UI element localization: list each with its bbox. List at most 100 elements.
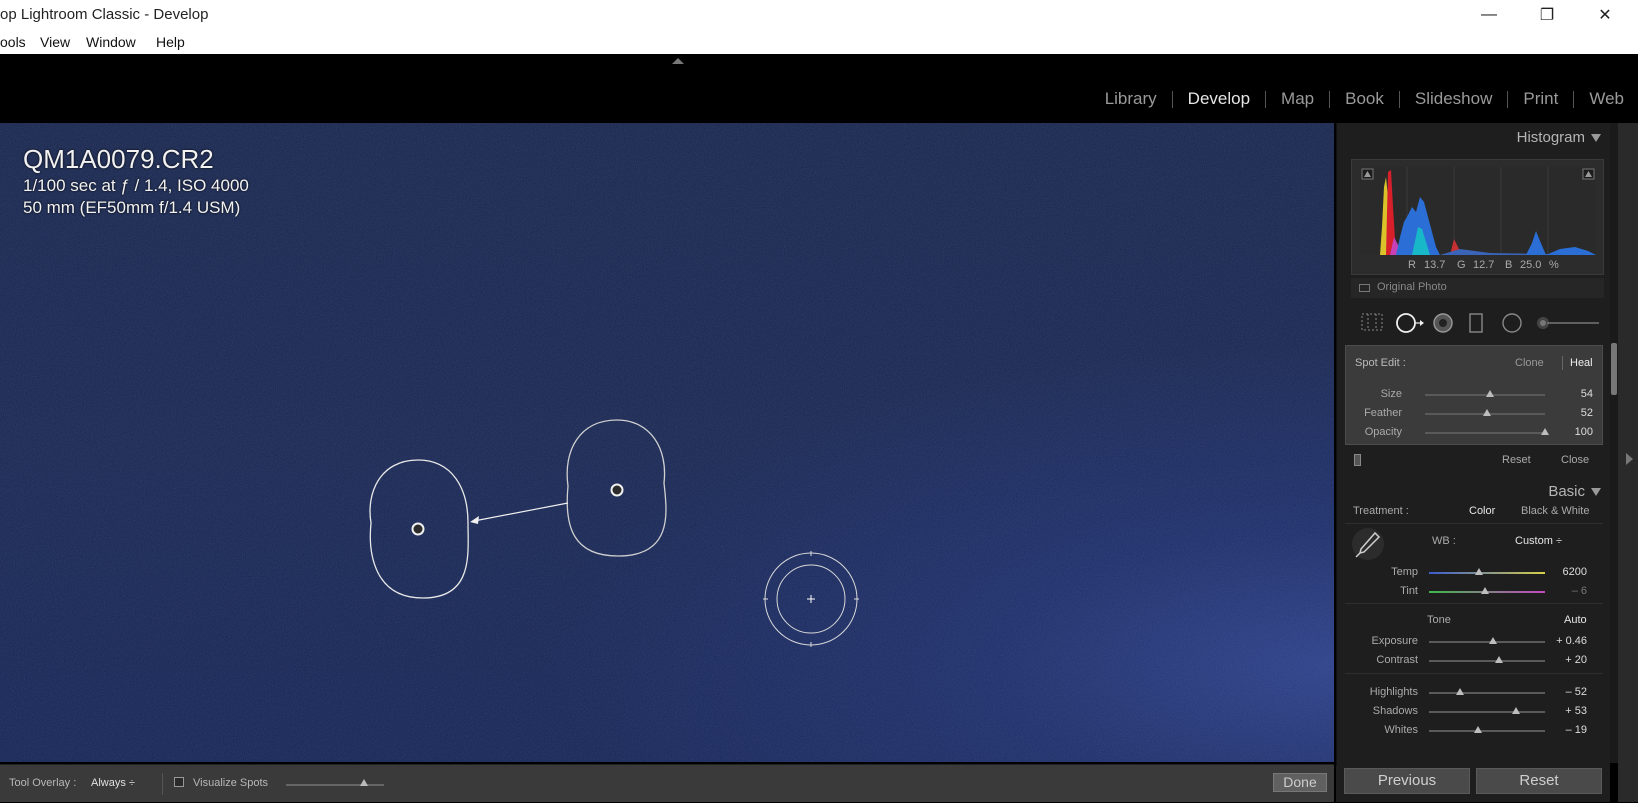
slider-track[interactable] bbox=[1429, 711, 1545, 713]
show-top-panel-icon[interactable] bbox=[672, 58, 684, 64]
slider-track[interactable] bbox=[1429, 572, 1545, 574]
heal-spot-pin[interactable] bbox=[411, 522, 425, 536]
radial-filter-icon[interactable] bbox=[1500, 312, 1524, 334]
slider-thumb[interactable] bbox=[1474, 568, 1483, 575]
reset-all-button[interactable]: Reset bbox=[1476, 768, 1602, 794]
collapse-triangle-icon[interactable] bbox=[1591, 488, 1601, 496]
slider-track[interactable] bbox=[1429, 660, 1545, 662]
module-book[interactable]: Book bbox=[1345, 89, 1384, 109]
menu-window[interactable]: Window bbox=[86, 34, 136, 50]
red-eye-tool-icon[interactable] bbox=[1432, 312, 1454, 334]
basic-header[interactable]: Basic bbox=[1337, 477, 1611, 505]
slider-thumb[interactable] bbox=[1541, 428, 1549, 435]
module-separator bbox=[1507, 90, 1509, 108]
tint-slider[interactable]: Tint – 6 bbox=[1337, 583, 1611, 601]
slider-track[interactable] bbox=[1429, 641, 1545, 643]
visualize-spots-slider-thumb[interactable] bbox=[360, 779, 369, 786]
slider-value[interactable]: 6200 bbox=[1563, 566, 1587, 578]
photo-canvas[interactable]: QM1A0079.CR2 1/100 sec at ƒ / 1.4, ISO 4… bbox=[0, 123, 1334, 762]
slider-track[interactable] bbox=[1429, 692, 1545, 694]
slider-track[interactable] bbox=[1425, 432, 1545, 434]
spot-mode-clone[interactable]: Clone bbox=[1515, 357, 1544, 369]
slider-label: Highlights bbox=[1369, 686, 1418, 698]
slider-value[interactable]: 52 bbox=[1581, 407, 1593, 419]
adjustment-brush-icon[interactable] bbox=[1535, 312, 1601, 334]
histogram-b-value: 25.0 bbox=[1520, 259, 1542, 271]
spot-size-slider[interactable]: Size 54 bbox=[1346, 386, 1602, 404]
slider-value[interactable]: 100 bbox=[1575, 426, 1593, 438]
module-develop[interactable]: Develop bbox=[1188, 89, 1250, 109]
visualize-spots-slider-track[interactable] bbox=[286, 784, 384, 786]
spot-mode-heal[interactable]: Heal bbox=[1570, 357, 1593, 369]
collapse-triangle-icon[interactable] bbox=[1591, 134, 1601, 142]
right-panel-scrollbar[interactable] bbox=[1610, 123, 1618, 763]
spot-panel-switch-icon[interactable] bbox=[1354, 454, 1361, 466]
restore-button[interactable]: ❐ bbox=[1524, 0, 1570, 30]
auto-tone-button[interactable]: Auto bbox=[1564, 614, 1587, 626]
module-print[interactable]: Print bbox=[1523, 89, 1558, 109]
histogram-g-value: 12.7 bbox=[1473, 259, 1495, 271]
white-balance-eyedropper-icon[interactable] bbox=[1351, 527, 1385, 561]
slider-thumb[interactable] bbox=[1480, 587, 1489, 594]
module-library[interactable]: Library bbox=[1105, 89, 1157, 109]
treatment-black-white[interactable]: Black & White bbox=[1521, 505, 1589, 517]
slider-thumb[interactable] bbox=[1483, 409, 1492, 416]
source-spot-pin[interactable] bbox=[610, 483, 624, 497]
module-slideshow[interactable]: Slideshow bbox=[1415, 89, 1493, 109]
slider-thumb[interactable] bbox=[1485, 390, 1494, 397]
slider-value[interactable]: + 20 bbox=[1565, 654, 1587, 666]
previous-button[interactable]: Previous bbox=[1344, 768, 1470, 794]
spot-reset-button[interactable]: Reset bbox=[1502, 454, 1531, 466]
tool-overlay-select[interactable]: Always ÷ bbox=[91, 777, 135, 789]
panel-toggle-arrow-icon[interactable] bbox=[1626, 453, 1633, 465]
close-button[interactable]: ✕ bbox=[1582, 0, 1628, 30]
develop-tool-strip bbox=[1351, 307, 1604, 337]
slider-track[interactable] bbox=[1429, 730, 1545, 732]
done-button[interactable]: Done bbox=[1273, 773, 1327, 792]
crop-tool-icon[interactable] bbox=[1360, 312, 1384, 332]
tone-label: Tone bbox=[1427, 614, 1451, 626]
slider-value[interactable]: – 19 bbox=[1566, 724, 1587, 736]
spot-feather-slider[interactable]: Feather 52 bbox=[1346, 405, 1602, 423]
graduated-filter-icon[interactable] bbox=[1467, 312, 1485, 334]
slider-value[interactable]: – 6 bbox=[1572, 585, 1587, 597]
menu-help[interactable]: Help bbox=[156, 34, 185, 50]
visualize-spots-label: Visualize Spots bbox=[193, 777, 269, 789]
spot-edit-title: Spot Edit : bbox=[1355, 357, 1406, 369]
photo-lens-info: 50 mm (EF50mm f/1.4 USM) bbox=[23, 198, 241, 217]
spot-close-button[interactable]: Close bbox=[1561, 454, 1589, 466]
temp-slider[interactable]: Temp 6200 bbox=[1337, 564, 1611, 582]
slider-value[interactable]: + 53 bbox=[1565, 705, 1587, 717]
menu-tools[interactable]: ools bbox=[0, 34, 26, 50]
photo-filename: QM1A0079.CR2 bbox=[23, 144, 214, 174]
spot-removal-tool-icon[interactable] bbox=[1395, 312, 1425, 334]
slider-value[interactable]: – 52 bbox=[1566, 686, 1587, 698]
slider-thumb[interactable] bbox=[1456, 688, 1465, 695]
wb-select[interactable]: Custom ÷ bbox=[1515, 535, 1562, 547]
slider-thumb[interactable] bbox=[1494, 656, 1503, 663]
divider bbox=[1345, 523, 1603, 524]
scrollbar-thumb[interactable] bbox=[1611, 343, 1617, 395]
menu-view[interactable]: View bbox=[40, 34, 70, 50]
shadows-slider[interactable]: Shadows + 53 bbox=[1337, 703, 1611, 721]
treatment-color[interactable]: Color bbox=[1469, 505, 1495, 517]
original-photo-toggle[interactable]: Original Photo bbox=[1351, 278, 1604, 298]
slider-thumb[interactable] bbox=[1473, 726, 1482, 733]
visualize-spots-checkbox[interactable] bbox=[174, 777, 184, 787]
histogram-header[interactable]: Histogram bbox=[1337, 123, 1611, 151]
histogram[interactable]: R 13.7 G 12.7 B 25.0 % bbox=[1351, 159, 1604, 275]
exposure-slider[interactable]: Exposure + 0.46 bbox=[1337, 633, 1611, 651]
minimize-button[interactable]: — bbox=[1466, 0, 1512, 30]
module-map[interactable]: Map bbox=[1281, 89, 1314, 109]
slider-thumb[interactable] bbox=[1488, 637, 1497, 644]
histogram-b-label: B bbox=[1505, 259, 1513, 271]
highlights-slider[interactable]: Highlights – 52 bbox=[1337, 684, 1611, 702]
slider-thumb[interactable] bbox=[1512, 707, 1520, 714]
slider-value[interactable]: + 0.46 bbox=[1556, 635, 1587, 647]
module-web[interactable]: Web bbox=[1589, 89, 1624, 109]
slider-value[interactable]: 54 bbox=[1581, 388, 1593, 400]
whites-slider[interactable]: Whites – 19 bbox=[1337, 722, 1611, 740]
contrast-slider[interactable]: Contrast + 20 bbox=[1337, 652, 1611, 670]
spot-opacity-slider[interactable]: Opacity 100 bbox=[1346, 424, 1602, 442]
original-photo-checkbox[interactable] bbox=[1359, 284, 1370, 292]
